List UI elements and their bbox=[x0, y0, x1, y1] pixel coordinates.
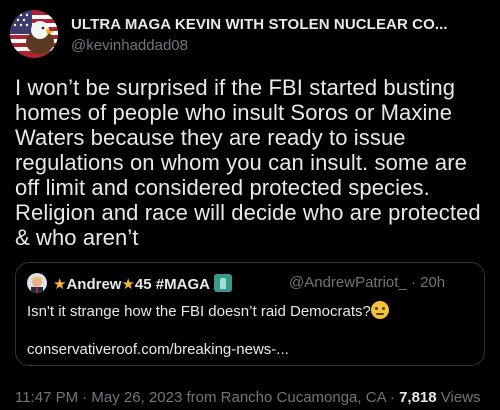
author-avatar[interactable] bbox=[10, 10, 58, 58]
quoted-author-name-main: Andrew bbox=[66, 276, 122, 293]
quoted-tweet-link[interactable]: conservativeroof.com/breaking-news-... bbox=[27, 341, 477, 358]
quoted-tweet-text-content: Isn't it strange how the FBI doesn’t rai… bbox=[27, 303, 371, 320]
quoted-tweet-text: Isn't it strange how the FBI doesn’t rai… bbox=[27, 301, 477, 320]
star-icon: ★ bbox=[121, 276, 135, 293]
author-handle[interactable]: @kevinhaddad08 bbox=[71, 37, 481, 54]
tweet-header: ULTRA MAGA KEVIN WITH STOLEN NUCLEAR CO.… bbox=[10, 10, 490, 60]
quoted-author-avatar[interactable] bbox=[27, 273, 47, 293]
quoted-author-name[interactable]: ★Andrew★45 #MAGA bbox=[53, 274, 232, 293]
tweet-footer: 11:47 PM · May 26, 2023 from Rancho Cuca… bbox=[15, 389, 481, 406]
eagle-flag-avatar-icon bbox=[10, 10, 58, 58]
quoted-author-handle[interactable]: @AndrewPatriot_ bbox=[289, 274, 407, 291]
views-count[interactable]: 7,818 bbox=[399, 389, 437, 406]
quoted-tweet-meta: @AndrewPatriot_ · 20h bbox=[289, 274, 445, 291]
star-icon: ★ bbox=[53, 276, 67, 293]
statue-of-liberty-icon bbox=[213, 274, 232, 292]
tweet-timestamp-location[interactable]: 11:47 PM · May 26, 2023 from Rancho Cuca… bbox=[15, 389, 399, 406]
tweet-text: I won’t be surprised if the FBI started … bbox=[15, 75, 481, 250]
quoted-tweet-header: ★Andrew★45 #MAGA @AndrewPatriot_ · 20h bbox=[27, 273, 477, 293]
tweet: ULTRA MAGA KEVIN WITH STOLEN NUCLEAR CO.… bbox=[0, 0, 500, 410]
author-names: ULTRA MAGA KEVIN WITH STOLEN NUCLEAR CO.… bbox=[71, 16, 481, 54]
quoted-author-name-suffix: 45 #MAGA bbox=[134, 276, 210, 293]
separator-dot: · bbox=[410, 274, 416, 291]
views-label: Views bbox=[436, 389, 481, 406]
thinking-face-icon bbox=[370, 301, 389, 319]
author-display-name[interactable]: ULTRA MAGA KEVIN WITH STOLEN NUCLEAR CO.… bbox=[71, 16, 481, 33]
quoted-tweet[interactable]: ★Andrew★45 #MAGA @AndrewPatriot_ · 20h I… bbox=[15, 262, 485, 366]
quoted-tweet-time[interactable]: 20h bbox=[420, 274, 445, 291]
trump-avatar-icon bbox=[27, 273, 47, 293]
